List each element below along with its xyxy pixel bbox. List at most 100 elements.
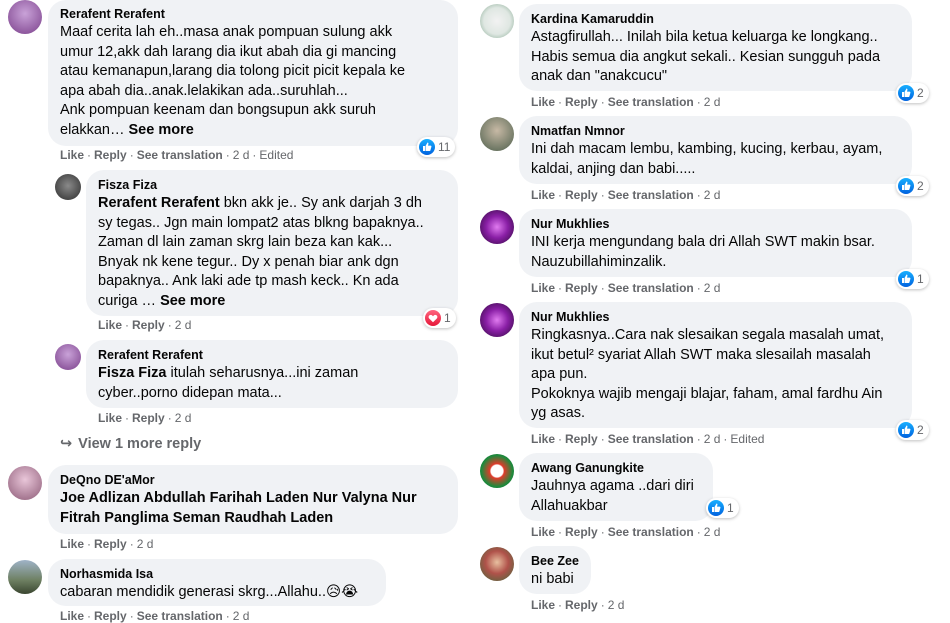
- timestamp[interactable]: 2 d: [704, 95, 721, 109]
- reaction-count[interactable]: 2: [896, 83, 929, 103]
- reply-button[interactable]: Reply: [565, 281, 598, 295]
- avatar[interactable]: [8, 0, 42, 34]
- reply-button[interactable]: Reply: [565, 188, 598, 202]
- comment-text: Jauhnya agama ..dari diri Allahuakbar: [531, 478, 694, 514]
- reply-button[interactable]: Reply: [132, 411, 165, 425]
- edited-label: Edited: [259, 148, 294, 162]
- comment-actions: Like · Reply · See translation · 2 d: [60, 609, 250, 623]
- comment-author[interactable]: Rerafent Rerafent: [98, 347, 446, 363]
- timestamp[interactable]: 2 d: [608, 598, 625, 612]
- reaction-count[interactable]: 2: [896, 420, 929, 440]
- reply-button[interactable]: Reply: [565, 525, 598, 539]
- comment-author[interactable]: Nur Mukhlies: [531, 216, 900, 232]
- comment-author[interactable]: Norhasmida Isa: [60, 566, 374, 582]
- reaction-number: 2: [917, 423, 924, 437]
- comment-author[interactable]: Rerafent Rerafent: [60, 6, 446, 22]
- mention-link[interactable]: Rerafent Rerafent: [98, 195, 220, 211]
- comment-actions: Like · Reply · 2 d: [98, 318, 192, 332]
- reply-button[interactable]: Reply: [94, 609, 127, 623]
- avatar[interactable]: [8, 466, 42, 500]
- avatar[interactable]: [55, 344, 81, 370]
- comment-actions: Like · Reply · 2 d: [98, 411, 192, 425]
- timestamp[interactable]: 2 d: [233, 148, 250, 162]
- reaction-number: 2: [917, 86, 924, 100]
- view-more-label: View 1 more reply: [78, 436, 202, 452]
- mention-link[interactable]: Fisza Fiza: [98, 365, 167, 381]
- timestamp[interactable]: 2 d: [704, 281, 721, 295]
- like-button[interactable]: Like: [531, 525, 555, 539]
- mention-links[interactable]: Joe Adlizan Abdullah Farihah Laden Nur V…: [60, 490, 417, 526]
- avatar[interactable]: [480, 117, 514, 151]
- timestamp[interactable]: 2 d: [175, 318, 192, 332]
- comment-actions: Like · Reply · See translation · 2 d: [531, 95, 721, 109]
- comment-author[interactable]: Kardina Kamaruddin: [531, 11, 900, 27]
- avatar[interactable]: [480, 547, 514, 581]
- like-button[interactable]: Like: [531, 95, 555, 109]
- reply-button[interactable]: Reply: [132, 318, 165, 332]
- like-button[interactable]: Like: [531, 598, 555, 612]
- comment-author[interactable]: Bee Zee: [531, 553, 579, 569]
- avatar[interactable]: [480, 4, 514, 38]
- reply-button[interactable]: Reply: [565, 95, 598, 109]
- timestamp[interactable]: 2 d: [233, 609, 250, 623]
- avatar[interactable]: [480, 454, 514, 488]
- reaction-count[interactable]: 1: [706, 498, 739, 518]
- comment-text: Fisza Fiza itulah seharusnya...ini zaman…: [98, 365, 359, 401]
- see-translation-button[interactable]: See translation: [608, 281, 694, 295]
- like-button[interactable]: Like: [531, 281, 555, 295]
- timestamp[interactable]: 2 d: [704, 525, 721, 539]
- avatar[interactable]: [8, 560, 42, 594]
- reply-button[interactable]: Reply: [565, 598, 598, 612]
- timestamp[interactable]: 2 d: [704, 188, 721, 202]
- like-button[interactable]: Like: [60, 537, 84, 551]
- see-translation-button[interactable]: See translation: [608, 432, 694, 446]
- comment-bubble: Nur Mukhlies INI kerja mengundang bala d…: [519, 209, 912, 277]
- like-button[interactable]: Like: [60, 148, 84, 162]
- reaction-count[interactable]: 2: [896, 176, 929, 196]
- avatar[interactable]: [55, 174, 81, 200]
- comment-actions: Like · Reply · See translation · 2 d · Edited: [60, 148, 294, 162]
- like-button[interactable]: Like: [98, 318, 122, 332]
- comment-bubble: Rerafent Rerafent Maaf cerita lah eh..ma…: [48, 0, 458, 146]
- like-icon: [898, 178, 914, 194]
- comment-bubble: Fisza Fiza Rerafent Rerafent bkn akk je.…: [86, 170, 458, 316]
- timestamp[interactable]: 2 d: [137, 537, 154, 551]
- reaction-number: 2: [917, 179, 924, 193]
- comment-author[interactable]: Fisza Fiza: [98, 177, 446, 193]
- see-translation-button[interactable]: See translation: [608, 525, 694, 539]
- see-translation-button[interactable]: See translation: [137, 148, 223, 162]
- like-button[interactable]: Like: [60, 609, 84, 623]
- reaction-count[interactable]: 1: [423, 308, 456, 328]
- like-button[interactable]: Like: [98, 411, 122, 425]
- see-translation-button[interactable]: See translation: [608, 95, 694, 109]
- timestamp[interactable]: 2 d: [704, 432, 721, 446]
- avatar[interactable]: [480, 303, 514, 337]
- comment-text: Rerafent Rerafent bkn akk je.. Sy ank da…: [98, 195, 424, 309]
- timestamp[interactable]: 2 d: [175, 411, 192, 425]
- comment-author[interactable]: Nur Mukhlies: [531, 309, 900, 325]
- reply-button[interactable]: Reply: [94, 148, 127, 162]
- see-translation-button[interactable]: See translation: [137, 609, 223, 623]
- avatar[interactable]: [480, 210, 514, 244]
- reaction-count[interactable]: 1: [896, 269, 929, 289]
- like-button[interactable]: Like: [531, 188, 555, 202]
- love-icon: [425, 310, 441, 326]
- see-translation-button[interactable]: See translation: [608, 188, 694, 202]
- like-button[interactable]: Like: [531, 432, 555, 446]
- reply-button[interactable]: Reply: [94, 537, 127, 551]
- reaction-count[interactable]: 11: [417, 137, 456, 157]
- reaction-number: 11: [438, 140, 451, 154]
- comment-bubble: Norhasmida Isa cabaran mendidik generasi…: [48, 559, 386, 606]
- comment-text: Ringkasnya..Cara nak slesaikan segala ma…: [531, 327, 885, 421]
- see-more-link[interactable]: See more: [129, 122, 194, 138]
- comment-text: INI kerja mengundang bala dri Allah SWT …: [531, 234, 875, 270]
- comment-author[interactable]: DeQno DE'aMor: [60, 472, 446, 488]
- reply-arrow-icon: ↪: [60, 436, 73, 452]
- comment-bubble: DeQno DE'aMor Joe Adlizan Abdullah Farih…: [48, 465, 458, 534]
- comment-author[interactable]: Awang Ganungkite: [531, 460, 701, 476]
- see-more-link[interactable]: See more: [160, 293, 225, 309]
- reaction-number: 1: [727, 501, 734, 515]
- comment-author[interactable]: Nmatfan Nmnor: [531, 123, 900, 139]
- view-more-replies-link[interactable]: ↪ View 1 more reply: [60, 436, 201, 452]
- reply-button[interactable]: Reply: [565, 432, 598, 446]
